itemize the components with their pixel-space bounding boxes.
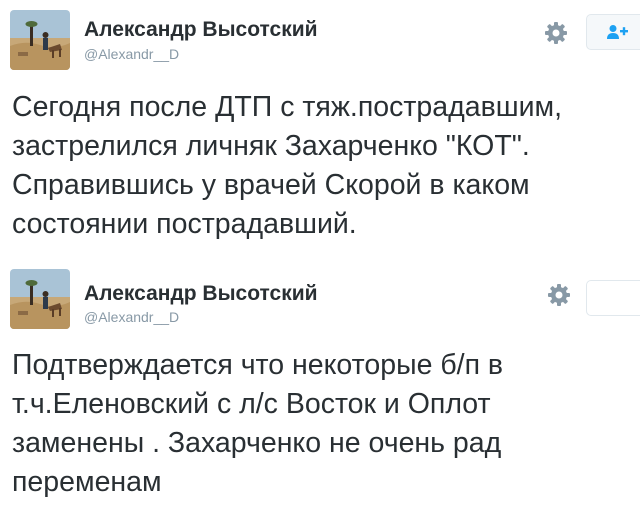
follow-button[interactable] xyxy=(586,280,640,316)
tweet-text: Сегодня после ДТП с тяж.пострадавшим, за… xyxy=(12,91,563,240)
avatar-image xyxy=(10,269,70,329)
tweet-card: Александр Высотский @Alexandr__D Подтвер… xyxy=(0,262,640,516)
avatar[interactable] xyxy=(10,10,70,70)
avatar-image xyxy=(10,10,70,70)
tweet-card: Александр Высотский @Alexandr__D Сегодня… xyxy=(0,0,640,262)
tweet-text: Подтверждается что некоторые б/п в т.ч.Е… xyxy=(12,349,504,498)
follow-button[interactable] xyxy=(586,14,640,50)
avatar[interactable] xyxy=(10,269,70,329)
gear-icon[interactable] xyxy=(546,282,572,308)
author-name[interactable]: Александр Высотский xyxy=(84,18,318,42)
author-handle[interactable]: @Alexandr__D xyxy=(84,46,179,62)
gear-icon[interactable] xyxy=(543,20,569,46)
author-handle[interactable]: @Alexandr__D xyxy=(84,309,179,325)
author-name[interactable]: Александр Высотский xyxy=(84,282,318,306)
add-user-icon xyxy=(607,25,628,39)
